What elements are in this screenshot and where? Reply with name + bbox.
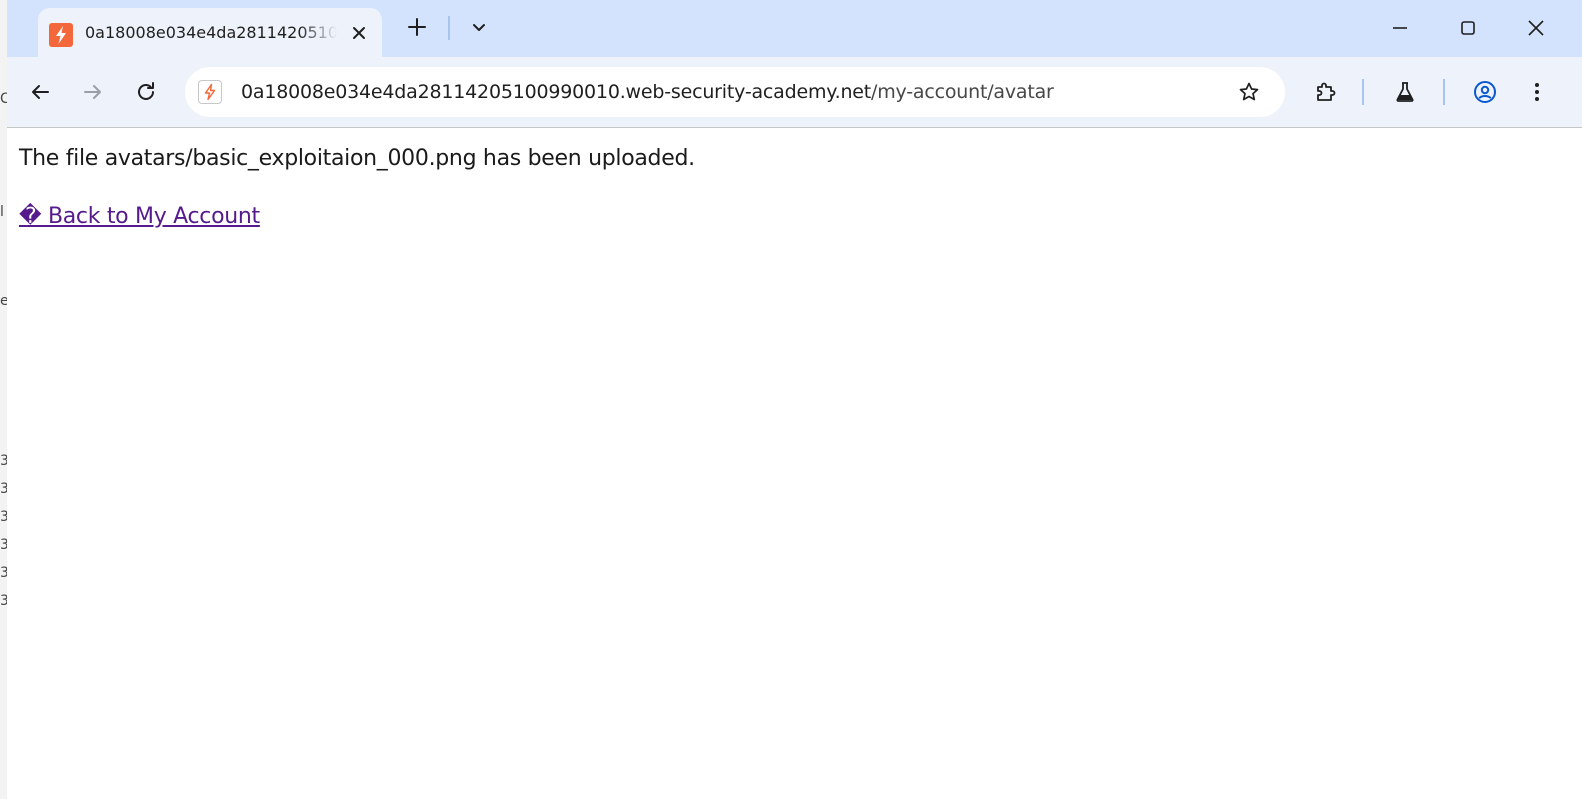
background-window-glyph: 3 — [0, 454, 7, 468]
tab-strip-separator — [448, 16, 450, 40]
background-window-glyph: 3 — [0, 594, 7, 608]
browser-toolbar: 0a18008e034e4da28114205100990010.web-sec… — [7, 57, 1582, 128]
url-host: 0a18008e034e4da28114205100990010.web-sec… — [241, 81, 872, 103]
background-window-glyph: l — [0, 204, 4, 220]
browser-window: 0a18008e034e4da2811420510099001 — [7, 0, 1582, 799]
maximize-icon[interactable] — [1458, 18, 1478, 38]
background-window-glyph: C — [0, 92, 7, 106]
kebab-menu-icon[interactable] — [1525, 80, 1549, 104]
toolbar-separator — [1443, 79, 1445, 105]
background-window-glyph: 3 — [0, 538, 7, 552]
site-info-icon[interactable] — [198, 80, 222, 104]
puzzle-icon[interactable] — [1313, 80, 1337, 104]
chevron-down-icon[interactable] — [469, 18, 489, 38]
background-window-glyph: 3 — [0, 566, 7, 580]
url-text[interactable]: 0a18008e034e4da28114205100990010.web-sec… — [241, 79, 1054, 105]
background-window-glyph: 3 — [0, 482, 7, 496]
background-window-glyph: e — [0, 293, 8, 309]
background-window-glyph: 3 — [0, 510, 7, 524]
page-content: The file avatars/basic_exploitaion_000.p… — [7, 128, 1582, 799]
flask-icon[interactable] — [1393, 80, 1417, 104]
url-path: /my-account/avatar — [871, 81, 1054, 103]
arrow-right-icon[interactable] — [81, 80, 105, 104]
toolbar-separator — [1362, 79, 1364, 105]
plus-icon[interactable] — [407, 17, 427, 37]
tab-title: 0a18008e034e4da2811420510099001 — [85, 23, 337, 42]
close-window-icon[interactable] — [1526, 18, 1546, 38]
tab-strip: 0a18008e034e4da2811420510099001 — [7, 0, 1582, 57]
profile-icon[interactable] — [1473, 80, 1497, 104]
star-icon[interactable] — [1237, 80, 1261, 104]
arrow-left-icon[interactable] — [28, 80, 52, 104]
back-to-account-link[interactable]: � Back to My Account — [19, 202, 260, 232]
address-bar[interactable]: 0a18008e034e4da28114205100990010.web-sec… — [185, 67, 1285, 117]
close-icon[interactable] — [349, 23, 369, 43]
tab-active[interactable]: 0a18008e034e4da2811420510099001 — [38, 8, 382, 57]
lightning-bolt-icon — [49, 23, 73, 47]
upload-status-message: The file avatars/basic_exploitaion_000.p… — [19, 146, 695, 171]
minimize-icon[interactable] — [1390, 18, 1410, 38]
reload-icon[interactable] — [134, 80, 158, 104]
